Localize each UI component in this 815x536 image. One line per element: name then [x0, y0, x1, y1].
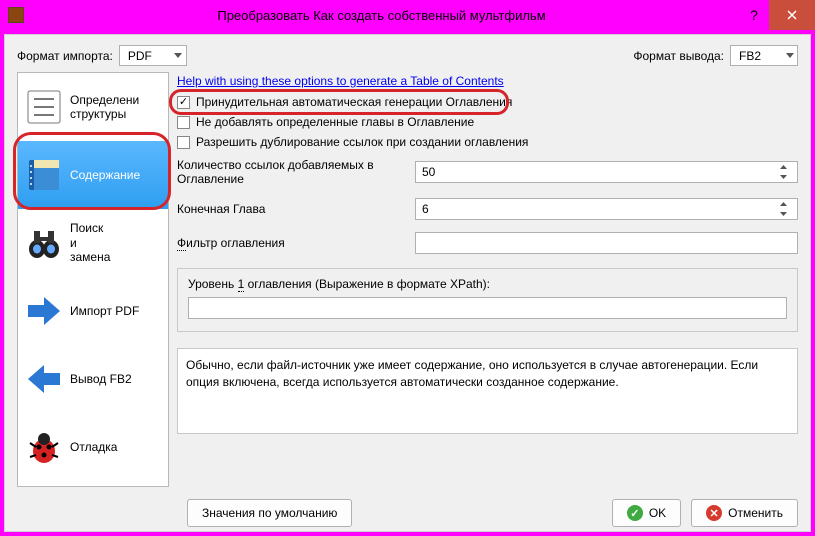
checkbox-label: Не добавлять определенные главы в Оглавл… [196, 115, 474, 129]
row-links-count: Количество ссылок добавляемых в Оглавлен… [177, 158, 798, 186]
contents-icon [22, 153, 66, 197]
binoculars-icon [22, 221, 66, 265]
bug-icon [22, 425, 66, 469]
xpath-level1-input[interactable] [188, 297, 787, 319]
chevron-up-icon [775, 162, 791, 172]
sidebar-item-contents[interactable]: Содержание [18, 141, 168, 209]
chevron-down-icon [775, 209, 791, 219]
ok-button[interactable]: ✓ OK [612, 499, 681, 527]
sidebar-item-output-fb2[interactable]: Вывод FB2 [18, 345, 168, 413]
checkbox-force-auto-toc[interactable] [177, 96, 190, 109]
output-format-combo[interactable]: FB2 [730, 45, 798, 66]
sidebar-item-label: Определени​структуры [70, 93, 164, 122]
filter-input[interactable] [415, 232, 798, 254]
checkbox-label: Разрешить дублирование ссылок при создан… [196, 135, 528, 149]
xpath-group-label: Уровень 1 оглавления (Выражение в формат… [188, 277, 787, 291]
description-box: Обычно, если файл-источник уже имеет сод… [177, 348, 798, 434]
sidebar-item-label: Поиск и замена [70, 221, 110, 264]
titlebar: Преобразовать Как создать собственный му… [0, 0, 815, 30]
end-chapter-value: 6 [422, 202, 429, 216]
cancel-label: Отменить [728, 506, 783, 520]
option-force-auto-toc: Принудительная автоматическая генерации … [177, 95, 798, 109]
app-icon [8, 7, 24, 23]
dialog-body: Формат импорта: PDF Формат вывода: FB2 [4, 34, 811, 532]
spinner[interactable] [775, 199, 791, 219]
checkbox-label: Принудительная автоматическая генерации … [196, 95, 512, 109]
chevron-down-icon [775, 172, 791, 182]
xpath-group: Уровень 1 оглавления (Выражение в формат… [177, 268, 798, 332]
format-bar: Формат импорта: PDF Формат вывода: FB2 [5, 35, 810, 72]
cancel-button[interactable]: ✕ Отменить [691, 499, 798, 527]
import-format-combo[interactable]: PDF [119, 45, 187, 66]
arrow-right-icon [22, 289, 66, 333]
dialog-window: Преобразовать Как создать собственный му… [0, 0, 815, 536]
option-allow-dup: Разрешить дублирование ссылок при создан… [177, 135, 798, 149]
sidebar-item-search-replace[interactable]: Поиск и замена [18, 209, 168, 277]
row-filter: Фильтр оглавления [177, 232, 798, 254]
main-panel: Help with using these options to generat… [177, 72, 798, 487]
check-icon: ✓ [627, 505, 643, 521]
sidebar-item-structure[interactable]: Определени​структуры [18, 73, 168, 141]
sidebar-item-debug[interactable]: Отладка [18, 413, 168, 481]
links-count-input[interactable]: 50 [415, 161, 798, 183]
sidebar-item-import-pdf[interactable]: Импорт PDF [18, 277, 168, 345]
row-end-chapter: Конечная Глава 6 [177, 198, 798, 220]
defaults-button[interactable]: Значения по умолчанию [187, 499, 352, 527]
links-count-value: 50 [422, 165, 435, 179]
output-format-label: Формат вывода: [633, 49, 724, 63]
output-format-value: FB2 [731, 49, 781, 63]
close-icon [787, 10, 797, 20]
sidebar-item-label: Отладка [70, 440, 117, 454]
filter-label: Фильтр оглавления [177, 236, 407, 250]
chevron-down-icon [781, 46, 797, 65]
close-button[interactable] [769, 0, 815, 30]
defaults-label: Значения по умолчанию [202, 506, 337, 520]
sidebar-item-label: Вывод FB2 [70, 372, 132, 386]
end-chapter-label: Конечная Глава [177, 202, 407, 216]
sidebar: Определени​структуры Содержание Поиск и … [17, 72, 169, 487]
footer: Значения по умолчанию ✓ OK ✕ Отменить [5, 491, 810, 533]
window-title: Преобразовать Как создать собственный му… [24, 8, 739, 23]
import-format-value: PDF [120, 49, 170, 63]
help-button[interactable]: ? [739, 0, 769, 30]
chevron-down-icon [170, 46, 186, 65]
sidebar-wrap: Определени​структуры Содержание Поиск и … [17, 72, 169, 487]
option-no-chapters: Не добавлять определенные главы в Оглавл… [177, 115, 798, 129]
sidebar-item-label: Импорт PDF [70, 304, 139, 318]
import-format-label: Формат импорта: [17, 49, 113, 63]
cancel-icon: ✕ [706, 505, 722, 521]
checkbox-allow-dup[interactable] [177, 136, 190, 149]
end-chapter-input[interactable]: 6 [415, 198, 798, 220]
checkbox-no-chapters[interactable] [177, 116, 190, 129]
spinner[interactable] [775, 162, 791, 182]
help-link[interactable]: Help with using these options to generat… [177, 72, 798, 92]
links-count-label: Количество ссылок добавляемых в Оглавлен… [177, 158, 407, 186]
chevron-up-icon [775, 199, 791, 209]
structure-icon [22, 85, 66, 129]
ok-label: OK [649, 506, 666, 520]
sidebar-item-label: Содержание [70, 168, 140, 182]
arrow-left-icon [22, 357, 66, 401]
